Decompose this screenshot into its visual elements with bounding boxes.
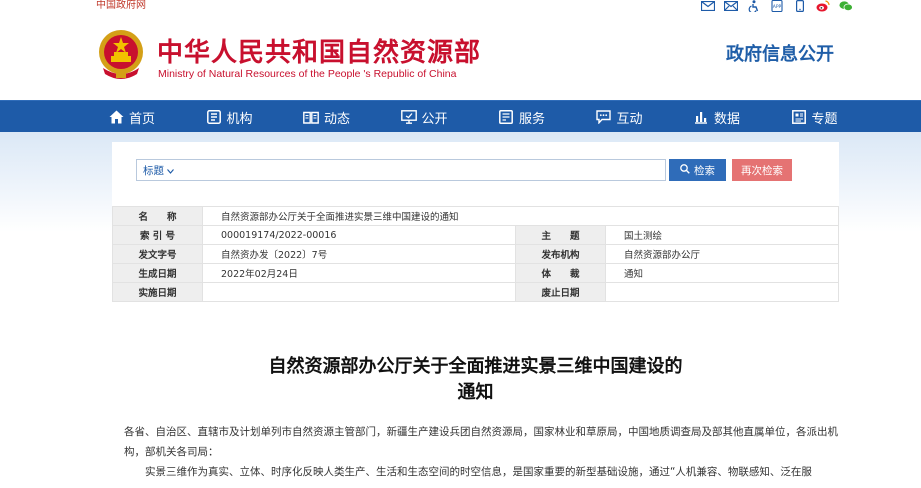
mobile-icon[interactable] [793, 0, 807, 12]
meta-label-name: 名 称 [112, 206, 203, 226]
nav-item-disclosure[interactable]: 公开 [400, 101, 499, 133]
topic-icon [791, 109, 807, 125]
search-button-label: 检索 [694, 164, 715, 177]
search-bar: 标题 检索 再次检索 [136, 159, 792, 181]
meta-label-effective: 实施日期 [112, 282, 203, 302]
svg-text:APP: APP [773, 4, 782, 10]
meta-value-doc-no: 自然资办发〔2022〕7号 [202, 244, 516, 264]
search-input[interactable] [197, 161, 657, 179]
wechat-icon[interactable] [839, 0, 853, 12]
article-body: 各省、自治区、直辖市及计划单列市自然资源主管部门，新疆生产建设兵团自然资源局，国… [124, 422, 839, 482]
article-paragraph: 实景三维作为真实、立体、时序化反映人类生产、生活和生态空间的时空信息，是国家重要… [145, 466, 812, 478]
nav-label-topic: 专题 [811, 111, 838, 127]
meta-value-topic: 国土测绘 [605, 225, 839, 245]
site-header: 中华人民共和国自然资源部 Ministry of Natural Resourc… [0, 14, 921, 100]
mail-alt-icon[interactable] [724, 0, 738, 12]
nav-item-home[interactable]: 首页 [108, 101, 206, 133]
search-again-button[interactable]: 再次检索 [732, 159, 792, 181]
nav-label-interaction: 互动 [616, 111, 643, 127]
table-row: 生成日期 2022年02月24日 体 裁 通知 [112, 263, 839, 283]
top-icon-group: APP [701, 0, 853, 12]
data-icon [693, 109, 709, 125]
meta-value-effective [202, 282, 516, 302]
search-field-label: 标题 [143, 165, 164, 177]
interaction-icon [596, 109, 612, 125]
nav-label-news: 动态 [324, 111, 351, 127]
table-row: 名 称 自然资源部办公厅关于全面推进实景三维中国建设的通知 [112, 206, 839, 226]
meta-value-name: 自然资源部办公厅关于全面推进实景三维中国建设的通知 [202, 206, 839, 226]
meta-value-repeal [605, 282, 839, 302]
meta-label-publisher: 发布机构 [515, 244, 606, 264]
chevron-down-icon [167, 165, 175, 177]
article-title: 自然资源部办公厅关于全面推进实景三维中国建设的 通知 [112, 354, 839, 406]
document-metadata-table: 名 称 自然资源部办公厅关于全面推进实景三维中国建设的通知 索 引 号 0000… [112, 206, 839, 302]
nav-label-institution: 机构 [226, 111, 253, 127]
meta-value-index: 000019174/2022-00016 [202, 225, 516, 245]
nav-item-interaction[interactable]: 互动 [596, 101, 694, 133]
search-field-select[interactable]: 标题 [143, 163, 175, 178]
article-recipients: 各省、自治区、直辖市及计划单列市自然资源主管部门，新疆生产建设兵团自然资源局，国… [124, 426, 838, 458]
article-title-line-1: 自然资源部办公厅关于全面推进实景三维中国建设的 [268, 356, 683, 377]
weibo-icon[interactable] [816, 0, 830, 12]
accessibility-icon[interactable] [747, 0, 761, 12]
news-icon [303, 109, 319, 125]
gov-portal-link[interactable]: 中国政府网 [96, 0, 146, 12]
top-utility-bar: 中国政府网 APP [0, 0, 921, 14]
nav-item-news[interactable]: 动态 [303, 101, 401, 133]
mail-icon[interactable] [701, 0, 715, 12]
table-row: 发文字号 自然资办发〔2022〕7号 发布机构 自然资源部办公厅 [112, 244, 839, 264]
site-subtitle: Ministry of Natural Resources of the Peo… [158, 68, 457, 80]
nav-item-topic[interactable]: 专题 [791, 101, 889, 133]
national-emblem-icon[interactable] [97, 28, 145, 84]
meta-value-genre: 通知 [605, 263, 839, 283]
table-row: 索 引 号 000019174/2022-00016 主 题 国土测绘 [112, 225, 839, 245]
meta-label-date: 生成日期 [112, 263, 203, 283]
meta-label-repeal: 废止日期 [515, 282, 606, 302]
search-icon [680, 163, 690, 177]
search-box: 标题 [136, 159, 666, 181]
nav-label-disclosure: 公开 [421, 111, 448, 127]
meta-value-publisher: 自然资源部办公厅 [605, 244, 839, 264]
meta-label-topic: 主 题 [515, 225, 606, 245]
search-button[interactable]: 检索 [669, 159, 726, 181]
institution-icon [206, 109, 222, 125]
main-nav: 首页 机构 动态 公开 服务 互动 数据 专题 [0, 100, 921, 132]
table-row: 实施日期 废止日期 [112, 282, 839, 302]
nav-item-service[interactable]: 服务 [498, 101, 596, 133]
meta-label-doc-no: 发文字号 [112, 244, 203, 264]
meta-label-index: 索 引 号 [112, 225, 203, 245]
content-panel: 标题 检索 再次检索 名 称 自然资源部办公厅关于全面推进实景三维中国建设的通知… [112, 142, 839, 488]
meta-value-date: 2022年02月24日 [202, 263, 516, 283]
meta-label-genre: 体 裁 [515, 263, 606, 283]
service-icon [498, 109, 514, 125]
article-title-line-2: 通知 [457, 382, 494, 403]
site-title: 中华人民共和国自然资源部 [157, 38, 482, 68]
home-icon [108, 109, 124, 125]
nav-label-data: 数据 [714, 111, 741, 127]
nav-item-data[interactable]: 数据 [693, 101, 791, 133]
gov-info-disclosure-title: 政府信息公开 [726, 44, 834, 65]
app-icon[interactable]: APP [770, 0, 784, 12]
disclosure-icon [400, 109, 417, 125]
nav-label-service: 服务 [519, 111, 546, 127]
nav-label-home: 首页 [129, 111, 156, 127]
nav-item-institution[interactable]: 机构 [206, 101, 304, 133]
